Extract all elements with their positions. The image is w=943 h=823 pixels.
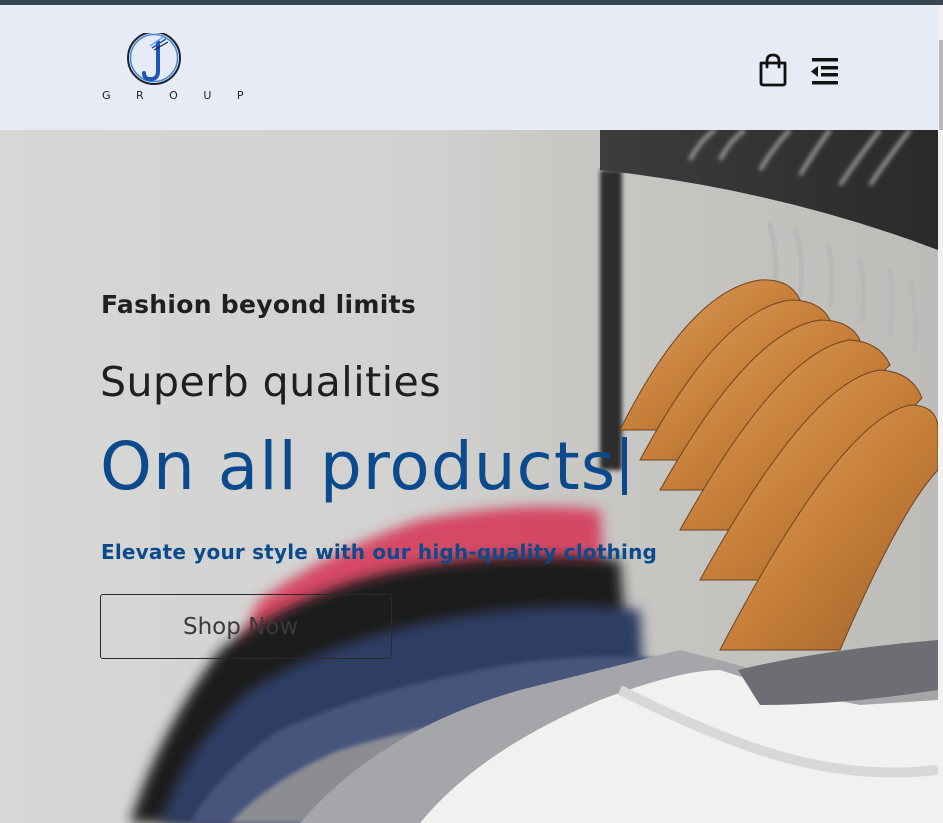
hero-headline-line2-text: On all products <box>100 428 617 505</box>
site-header: G R O U P <box>0 5 938 130</box>
page: G R O U P Fashion beyond limits Superb q… <box>0 0 943 823</box>
logo-wordmark: G R O U P <box>102 89 255 102</box>
menu-collapse-icon[interactable] <box>808 55 842 87</box>
hero-headline-line2: On all products <box>100 428 628 505</box>
hero-subline: Elevate your style with our high-quality… <box>101 540 658 564</box>
typing-cursor <box>622 437 628 495</box>
hero-tagline: Fashion beyond limits <box>101 290 417 319</box>
scrollbar-thumb[interactable] <box>939 40 943 130</box>
hero-headline-line1: Superb qualities <box>100 358 442 406</box>
shop-now-button[interactable]: Shop Now <box>100 594 392 659</box>
shopping-bag-icon[interactable] <box>758 53 788 87</box>
